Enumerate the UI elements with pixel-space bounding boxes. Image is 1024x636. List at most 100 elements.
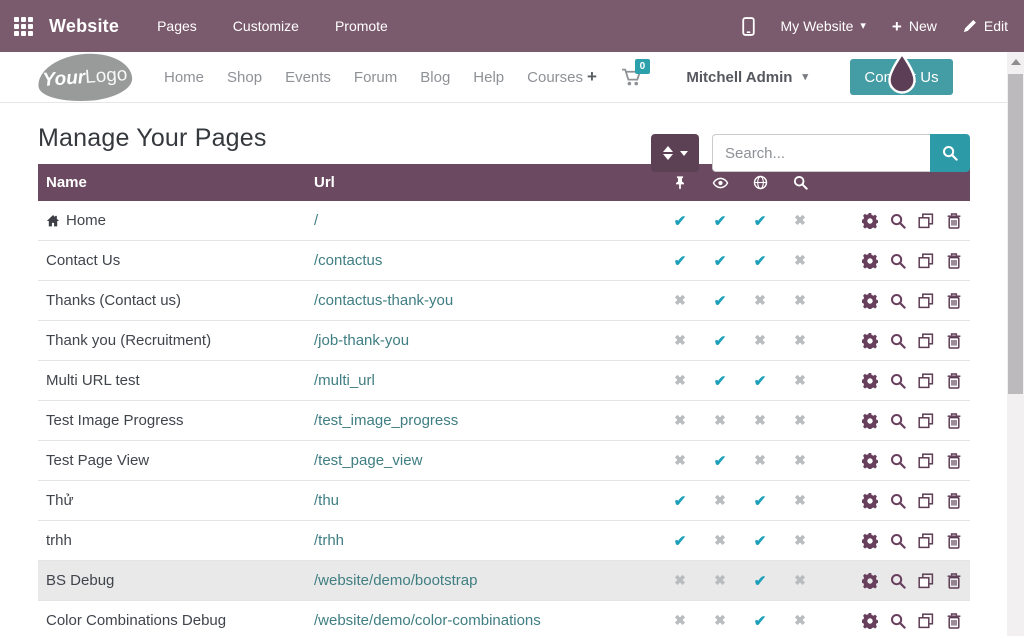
page-name-cell[interactable]: Test Image Progress: [38, 412, 314, 429]
settings-gear-icon[interactable]: [862, 293, 878, 309]
clone-copy-icon[interactable]: [918, 573, 934, 589]
settings-gear-icon[interactable]: [862, 453, 878, 469]
table-row[interactable]: Home / ✔ ✔ ✔ ✖: [38, 201, 970, 241]
table-row[interactable]: Thank you (Recruitment) /job-thank-you ✖…: [38, 321, 970, 361]
vertical-scrollbar[interactable]: [1007, 52, 1024, 636]
clone-copy-icon[interactable]: [918, 413, 934, 429]
page-url-link[interactable]: /test_image_progress: [314, 412, 660, 429]
delete-trash-icon[interactable]: [946, 493, 962, 509]
published-toggle[interactable]: ✔: [740, 532, 780, 550]
page-name-cell[interactable]: Color Combinations Debug: [38, 612, 314, 629]
settings-gear-icon[interactable]: [862, 333, 878, 349]
pinned-toggle[interactable]: ✖: [660, 612, 700, 629]
visible-toggle[interactable]: ✖: [700, 492, 740, 509]
published-toggle[interactable]: ✔: [740, 252, 780, 270]
delete-trash-icon[interactable]: [946, 533, 962, 549]
table-row[interactable]: trhh /trhh ✔ ✖ ✔ ✖: [38, 521, 970, 561]
mobile-preview-button[interactable]: [742, 17, 755, 36]
indexed-toggle[interactable]: ✖: [780, 332, 820, 349]
cart-button[interactable]: 0: [621, 68, 642, 87]
preview-search-icon[interactable]: [890, 253, 906, 269]
new-button[interactable]: + New: [892, 18, 937, 35]
indexed-toggle[interactable]: ✖: [780, 452, 820, 469]
indexed-toggle[interactable]: ✖: [780, 492, 820, 509]
pinned-toggle[interactable]: ✔: [660, 252, 700, 270]
pinned-toggle[interactable]: ✖: [660, 372, 700, 389]
visible-toggle[interactable]: ✖: [700, 612, 740, 629]
indexed-toggle[interactable]: ✖: [780, 612, 820, 629]
delete-trash-icon[interactable]: [946, 573, 962, 589]
delete-trash-icon[interactable]: [946, 333, 962, 349]
add-page-plus-icon[interactable]: +: [587, 67, 597, 87]
pinned-toggle[interactable]: ✖: [660, 292, 700, 309]
visible-toggle[interactable]: ✔: [700, 212, 740, 230]
delete-trash-icon[interactable]: [946, 253, 962, 269]
visible-toggle[interactable]: ✔: [700, 252, 740, 270]
page-url-link[interactable]: /contactus: [314, 252, 660, 269]
page-url-link[interactable]: /test_page_view: [314, 452, 660, 469]
clone-copy-icon[interactable]: [918, 333, 934, 349]
admin-menu-item[interactable]: Promote: [335, 18, 388, 34]
page-name-cell[interactable]: Thank you (Recruitment): [38, 332, 314, 349]
page-url-link[interactable]: /: [314, 212, 660, 229]
clone-copy-icon[interactable]: [918, 373, 934, 389]
visible-toggle[interactable]: ✖: [700, 572, 740, 589]
search-input[interactable]: [712, 134, 930, 172]
site-nav-link[interactable]: Forum: [354, 69, 397, 86]
pinned-toggle[interactable]: ✖: [660, 452, 700, 469]
table-row[interactable]: Multi URL test /multi_url ✖ ✔ ✔ ✖: [38, 361, 970, 401]
published-toggle[interactable]: ✖: [740, 452, 780, 469]
indexed-toggle[interactable]: ✖: [780, 372, 820, 389]
edit-button[interactable]: Edit: [963, 18, 1008, 34]
delete-trash-icon[interactable]: [946, 613, 962, 629]
pinned-toggle[interactable]: ✔: [660, 212, 700, 230]
settings-gear-icon[interactable]: [862, 373, 878, 389]
published-toggle[interactable]: ✔: [740, 572, 780, 590]
clone-copy-icon[interactable]: [918, 493, 934, 509]
page-name-cell[interactable]: BS Debug: [38, 572, 314, 589]
clone-copy-icon[interactable]: [918, 293, 934, 309]
settings-gear-icon[interactable]: [862, 253, 878, 269]
app-title[interactable]: Website: [49, 16, 119, 37]
preview-search-icon[interactable]: [890, 573, 906, 589]
published-toggle[interactable]: ✖: [740, 332, 780, 349]
site-logo[interactable]: YourLogo: [36, 50, 133, 103]
scrollbar-thumb[interactable]: [1008, 74, 1023, 394]
delete-trash-icon[interactable]: [946, 413, 962, 429]
preview-search-icon[interactable]: [890, 493, 906, 509]
page-url-link[interactable]: /multi_url: [314, 372, 660, 389]
page-name-cell[interactable]: Contact Us: [38, 252, 314, 269]
page-url-link[interactable]: /thu: [314, 492, 660, 509]
preview-search-icon[interactable]: [890, 613, 906, 629]
page-url-link[interactable]: /website/demo/color-combinations: [314, 612, 660, 629]
settings-gear-icon[interactable]: [862, 213, 878, 229]
preview-search-icon[interactable]: [890, 333, 906, 349]
site-nav-link[interactable]: Shop: [227, 69, 262, 86]
page-name-cell[interactable]: trhh: [38, 532, 314, 549]
table-row[interactable]: BS Debug /website/demo/bootstrap ✖ ✖ ✔ ✖: [38, 561, 970, 601]
settings-gear-icon[interactable]: [862, 413, 878, 429]
published-toggle[interactable]: ✔: [740, 372, 780, 390]
settings-gear-icon[interactable]: [862, 613, 878, 629]
published-toggle[interactable]: ✖: [740, 412, 780, 429]
indexed-toggle[interactable]: ✖: [780, 572, 820, 589]
delete-trash-icon[interactable]: [946, 373, 962, 389]
table-row[interactable]: Test Page View /test_page_view ✖ ✔ ✖ ✖: [38, 441, 970, 481]
pinned-toggle[interactable]: ✔: [660, 532, 700, 550]
visible-toggle[interactable]: ✖: [700, 412, 740, 429]
pinned-toggle[interactable]: ✔: [660, 492, 700, 510]
indexed-toggle[interactable]: ✖: [780, 212, 820, 229]
indexed-toggle[interactable]: ✖: [780, 532, 820, 549]
page-name-cell[interactable]: Home: [38, 212, 314, 229]
visible-toggle[interactable]: ✔: [700, 452, 740, 470]
published-toggle[interactable]: ✖: [740, 292, 780, 309]
site-nav-link[interactable]: Blog: [420, 69, 450, 86]
settings-gear-icon[interactable]: [862, 533, 878, 549]
website-switcher[interactable]: My Website ▾: [781, 18, 866, 34]
preview-search-icon[interactable]: [890, 213, 906, 229]
page-url-link[interactable]: /website/demo/bootstrap: [314, 572, 660, 589]
page-name-cell[interactable]: Thanks (Contact us): [38, 292, 314, 309]
settings-gear-icon[interactable]: [862, 573, 878, 589]
delete-trash-icon[interactable]: [946, 453, 962, 469]
admin-menu-item[interactable]: Customize: [233, 18, 299, 34]
